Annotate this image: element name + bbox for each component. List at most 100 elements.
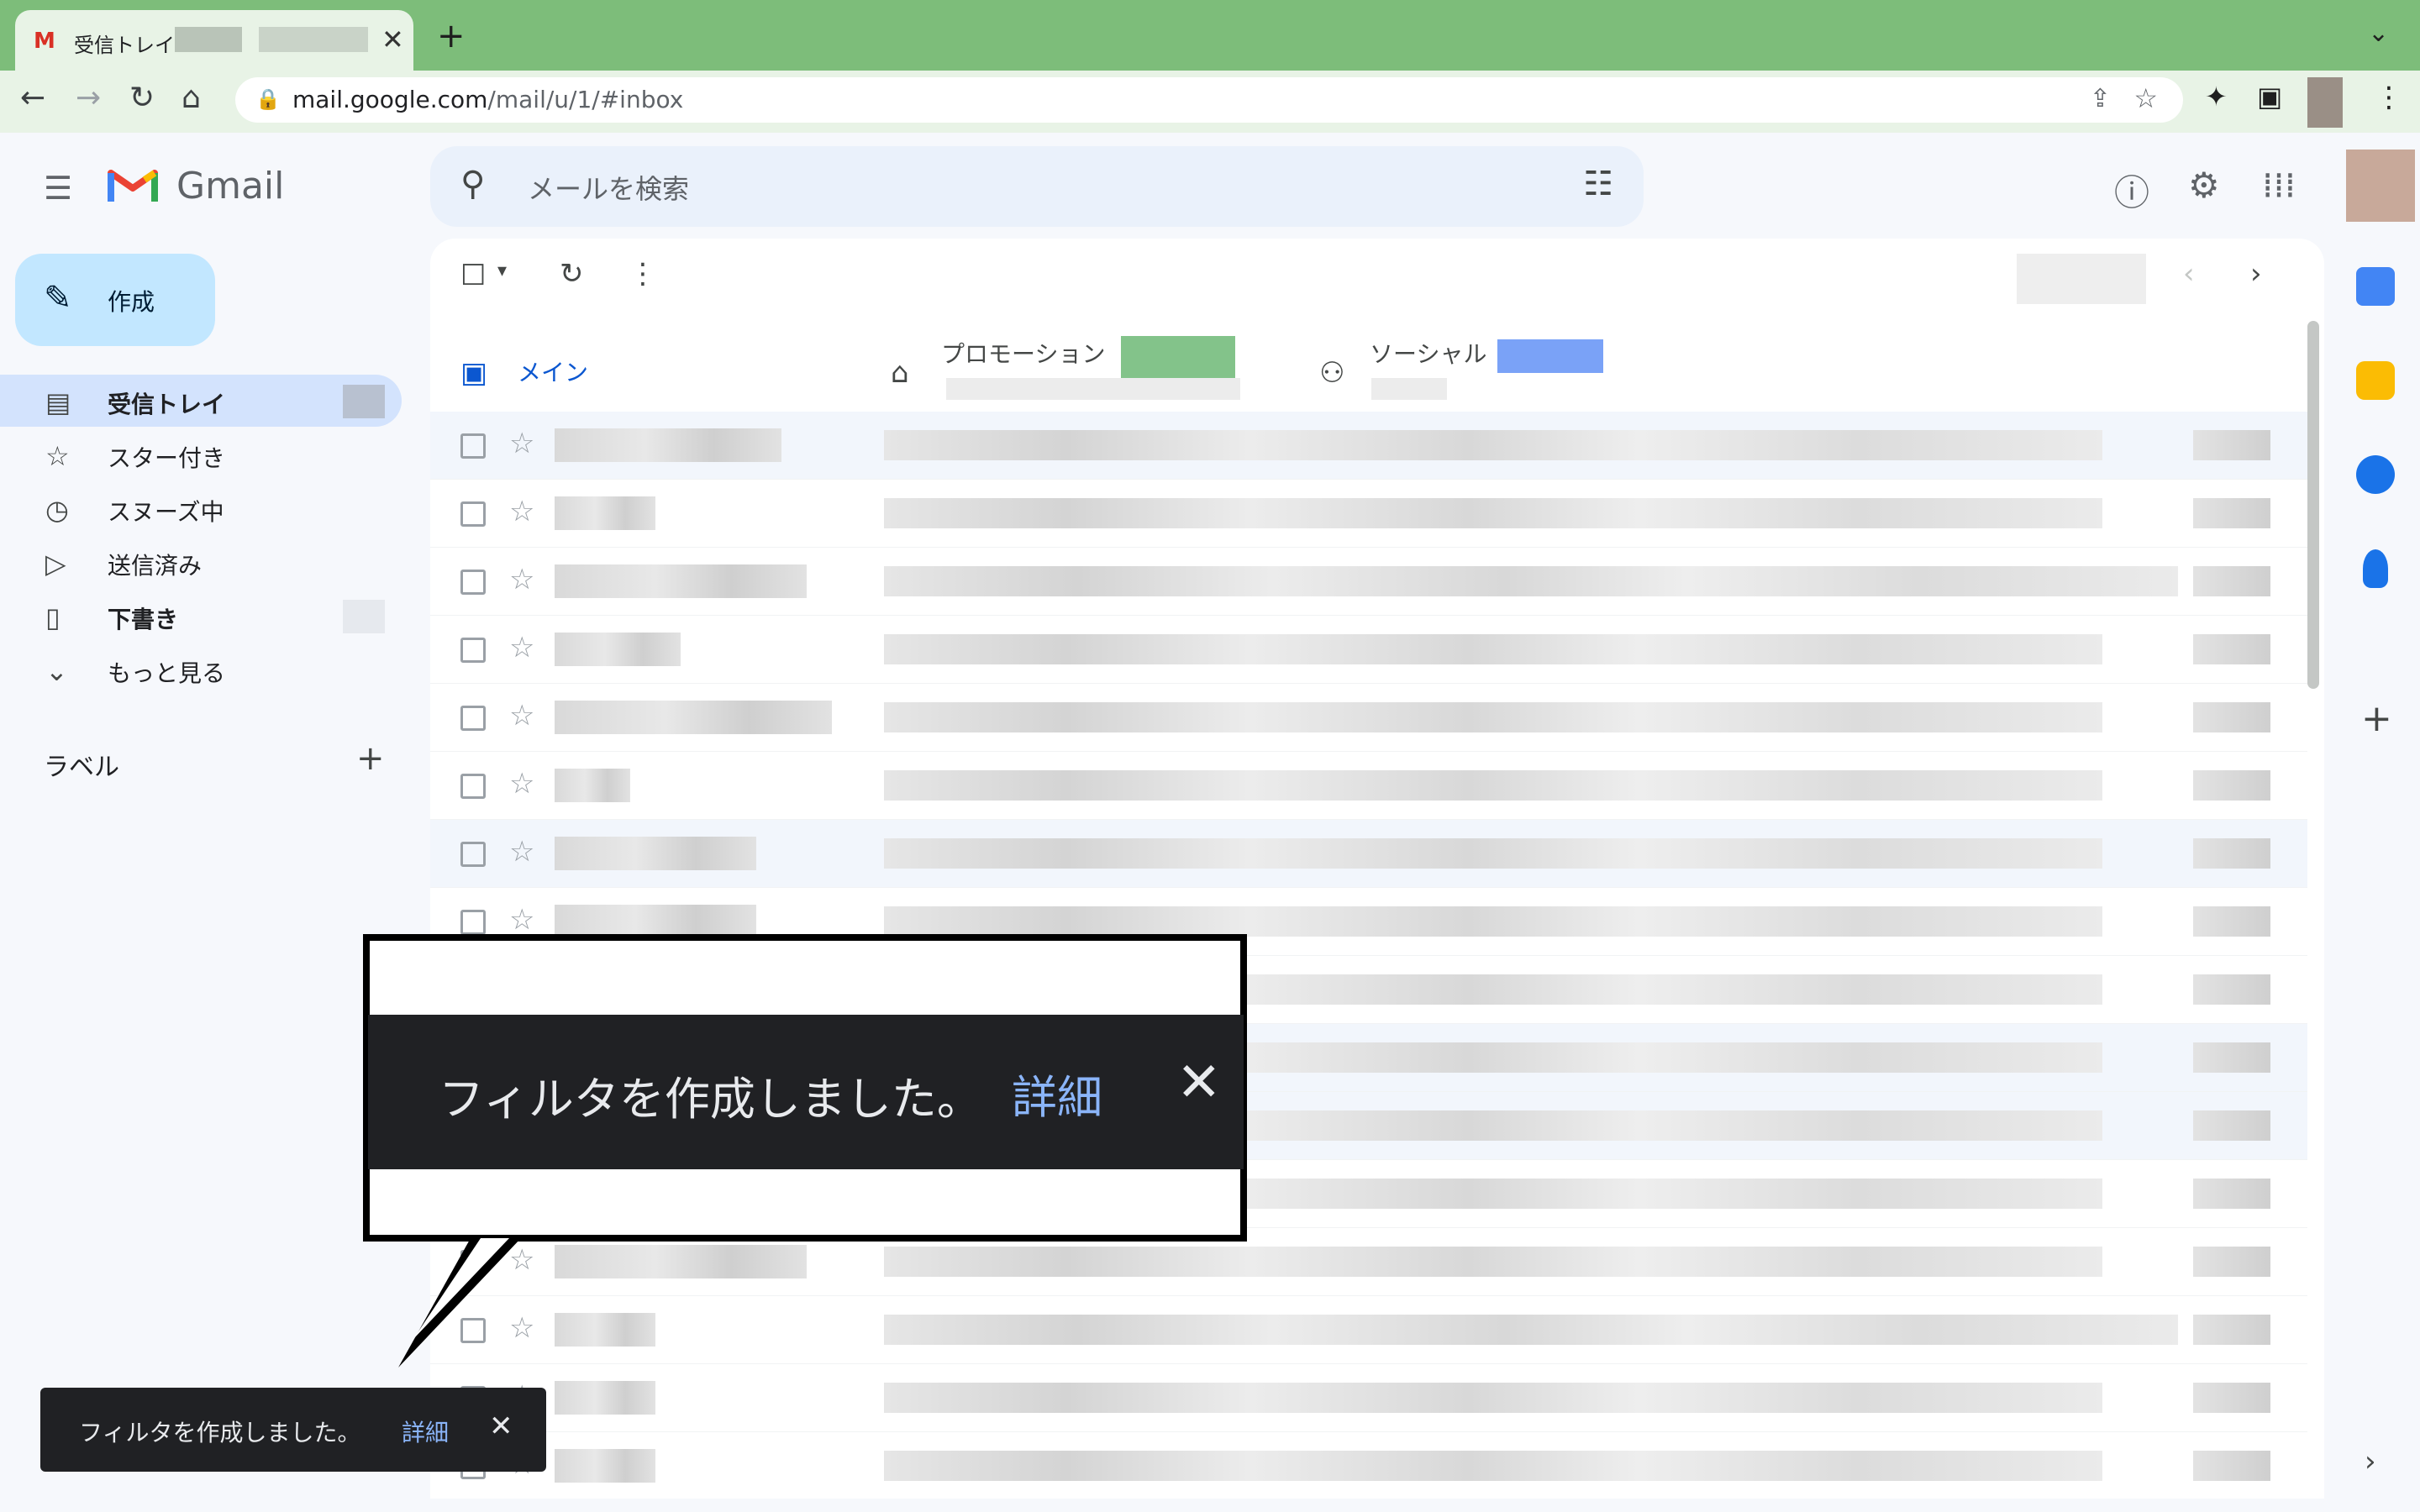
row-checkbox[interactable] xyxy=(460,842,486,867)
mail-search-bar[interactable]: ⚲ メールを検索 ☷ xyxy=(430,146,1644,227)
back-arrow-icon[interactable]: ← xyxy=(20,81,45,115)
sender-redacted xyxy=(555,633,681,666)
browser-menu-icon[interactable]: ⋮ xyxy=(2375,81,2403,114)
row-checkbox[interactable] xyxy=(460,433,486,459)
reload-icon[interactable]: ↻ xyxy=(129,81,155,115)
row-checkbox[interactable] xyxy=(460,910,486,935)
star-icon[interactable]: ☆ xyxy=(509,835,534,869)
next-page-icon[interactable]: › xyxy=(2250,257,2262,291)
address-bar[interactable]: 🔒 mail.google.com/mail/u/1/#inbox ⇪ ☆ xyxy=(235,77,2183,123)
extensions-puzzle-icon[interactable]: ✦ xyxy=(2205,81,2228,113)
close-tab-icon[interactable]: ✕ xyxy=(381,24,404,55)
row-checkbox[interactable] xyxy=(460,570,486,595)
email-row[interactable]: ☆ xyxy=(430,1364,2307,1432)
row-checkbox[interactable] xyxy=(460,774,486,799)
search-options-icon[interactable]: ☷ xyxy=(1583,165,1613,203)
toast-details-link[interactable]: 詳細 xyxy=(402,1415,449,1448)
email-row[interactable]: ☆ xyxy=(430,480,2307,548)
gmail-logo-icon xyxy=(108,170,158,202)
email-row[interactable]: ☆ xyxy=(430,616,2307,684)
get-addons-icon[interactable]: + xyxy=(2361,697,2392,740)
email-row[interactable]: ☆ xyxy=(430,1296,2307,1364)
nav-item-more[interactable]: ⌄ もっと見る xyxy=(0,643,402,696)
email-row[interactable]: ☆ xyxy=(430,684,2307,752)
callout-toast-enlarged: フィルタを作成しました。 詳細 ✕ xyxy=(368,1015,1244,1169)
browser-tab-gmail[interactable]: M 受信トレイ ✕ xyxy=(15,10,413,71)
sender-redacted xyxy=(555,1245,807,1278)
nav-label: 受信トレイ xyxy=(108,391,226,418)
apps-grid-icon[interactable]: ⁞⁞⁞ xyxy=(2262,165,2296,206)
clock-icon: ◷ xyxy=(45,494,69,526)
row-checkbox[interactable] xyxy=(460,501,486,527)
social-count-redacted xyxy=(1497,339,1603,373)
row-checkbox[interactable] xyxy=(460,638,486,663)
account-avatar[interactable] xyxy=(2346,150,2415,222)
star-icon[interactable]: ☆ xyxy=(509,427,534,460)
email-row[interactable]: ☆ xyxy=(430,412,2307,480)
keep-icon[interactable] xyxy=(2356,361,2395,400)
tab-primary[interactable]: ▣ メイン xyxy=(430,323,867,422)
send-icon: ▷ xyxy=(45,548,66,580)
nav-item-drafts[interactable]: ▯ 下書き xyxy=(0,590,402,642)
contacts-icon[interactable] xyxy=(2363,549,2388,588)
star-icon[interactable]: ☆ xyxy=(509,1311,534,1345)
refresh-icon[interactable]: ↻ xyxy=(560,257,584,291)
inbox-icon: ▤ xyxy=(45,386,71,418)
star-icon[interactable]: ☆ xyxy=(509,767,534,801)
add-label-icon[interactable]: + xyxy=(356,739,385,778)
nav-item-sent[interactable]: ▷ 送信済み xyxy=(0,536,402,588)
close-icon[interactable]: ✕ xyxy=(1176,1052,1222,1114)
email-row[interactable]: ☆ xyxy=(430,1432,2307,1499)
email-row[interactable]: ☆ xyxy=(430,820,2307,888)
star-icon[interactable]: ☆ xyxy=(509,495,534,528)
row-checkbox[interactable] xyxy=(460,706,486,731)
nav-item-starred[interactable]: ☆ スター付き xyxy=(0,428,402,480)
subject-redacted xyxy=(884,566,2178,596)
nav-item-snoozed[interactable]: ◷ スヌーズ中 xyxy=(0,482,402,534)
file-icon: ▯ xyxy=(45,601,60,633)
help-icon[interactable]: ⓘ xyxy=(2114,165,2149,216)
tab-search-chevron-icon[interactable]: ⌄ xyxy=(2368,18,2389,48)
tab-title-redacted xyxy=(259,27,368,52)
forward-arrow-icon[interactable]: → xyxy=(76,81,101,115)
tab-promotions[interactable]: ⌂ プロモーション xyxy=(867,323,1287,422)
date-redacted xyxy=(2193,566,2270,596)
prev-page-icon[interactable]: ‹ xyxy=(2183,257,2195,291)
select-all-checkbox[interactable]: ☐ xyxy=(460,259,486,292)
home-icon[interactable]: ⌂ xyxy=(182,81,201,115)
share-icon[interactable]: ⇪ xyxy=(2090,84,2111,113)
sender-redacted xyxy=(555,428,781,462)
search-input[interactable]: メールを検索 xyxy=(528,168,689,207)
select-dropdown-icon[interactable]: ▾ xyxy=(497,260,507,281)
row-checkbox[interactable] xyxy=(460,1318,486,1343)
more-actions-icon[interactable]: ⋮ xyxy=(629,257,657,291)
star-icon[interactable]: ☆ xyxy=(509,903,534,937)
settings-gear-icon[interactable]: ⚙ xyxy=(2188,165,2220,206)
close-icon[interactable]: ✕ xyxy=(489,1410,513,1443)
show-side-panel-icon[interactable]: › xyxy=(2365,1445,2376,1478)
calendar-icon[interactable] xyxy=(2356,267,2395,306)
bookmark-star-icon[interactable]: ☆ xyxy=(2133,82,2158,114)
side-panel-icon[interactable]: ▣ xyxy=(2257,81,2282,113)
row-checkbox[interactable] xyxy=(460,1250,486,1275)
email-row[interactable]: ☆ xyxy=(430,548,2307,616)
mail-list-scrollbar[interactable] xyxy=(2307,321,2319,689)
sender-redacted xyxy=(555,769,630,802)
category-tabs: ▣ メイン ⌂ プロモーション ⚇ ソーシャル xyxy=(430,323,2324,422)
search-icon[interactable]: ⚲ xyxy=(460,165,485,203)
compose-button[interactable]: ✎ 作成 xyxy=(15,254,215,346)
new-tab-button[interactable]: + xyxy=(437,17,466,55)
browser-profile-avatar[interactable] xyxy=(2307,77,2343,128)
star-icon[interactable]: ☆ xyxy=(509,563,534,596)
star-icon[interactable]: ☆ xyxy=(509,699,534,732)
main-menu-icon[interactable]: ☰ xyxy=(44,170,72,207)
nav-item-inbox[interactable]: ▤ 受信トレイ xyxy=(0,375,402,427)
tag-icon: ⌂ xyxy=(891,356,909,390)
tasks-icon[interactable] xyxy=(2356,455,2395,494)
star-icon[interactable]: ☆ xyxy=(509,1243,534,1277)
lock-icon: 🔒 xyxy=(255,87,281,111)
tab-social[interactable]: ⚇ ソーシャル xyxy=(1296,323,1733,422)
toast-details-link[interactable]: 詳細 xyxy=(1012,1060,1102,1126)
star-icon[interactable]: ☆ xyxy=(509,631,534,664)
email-row[interactable]: ☆ xyxy=(430,752,2307,820)
